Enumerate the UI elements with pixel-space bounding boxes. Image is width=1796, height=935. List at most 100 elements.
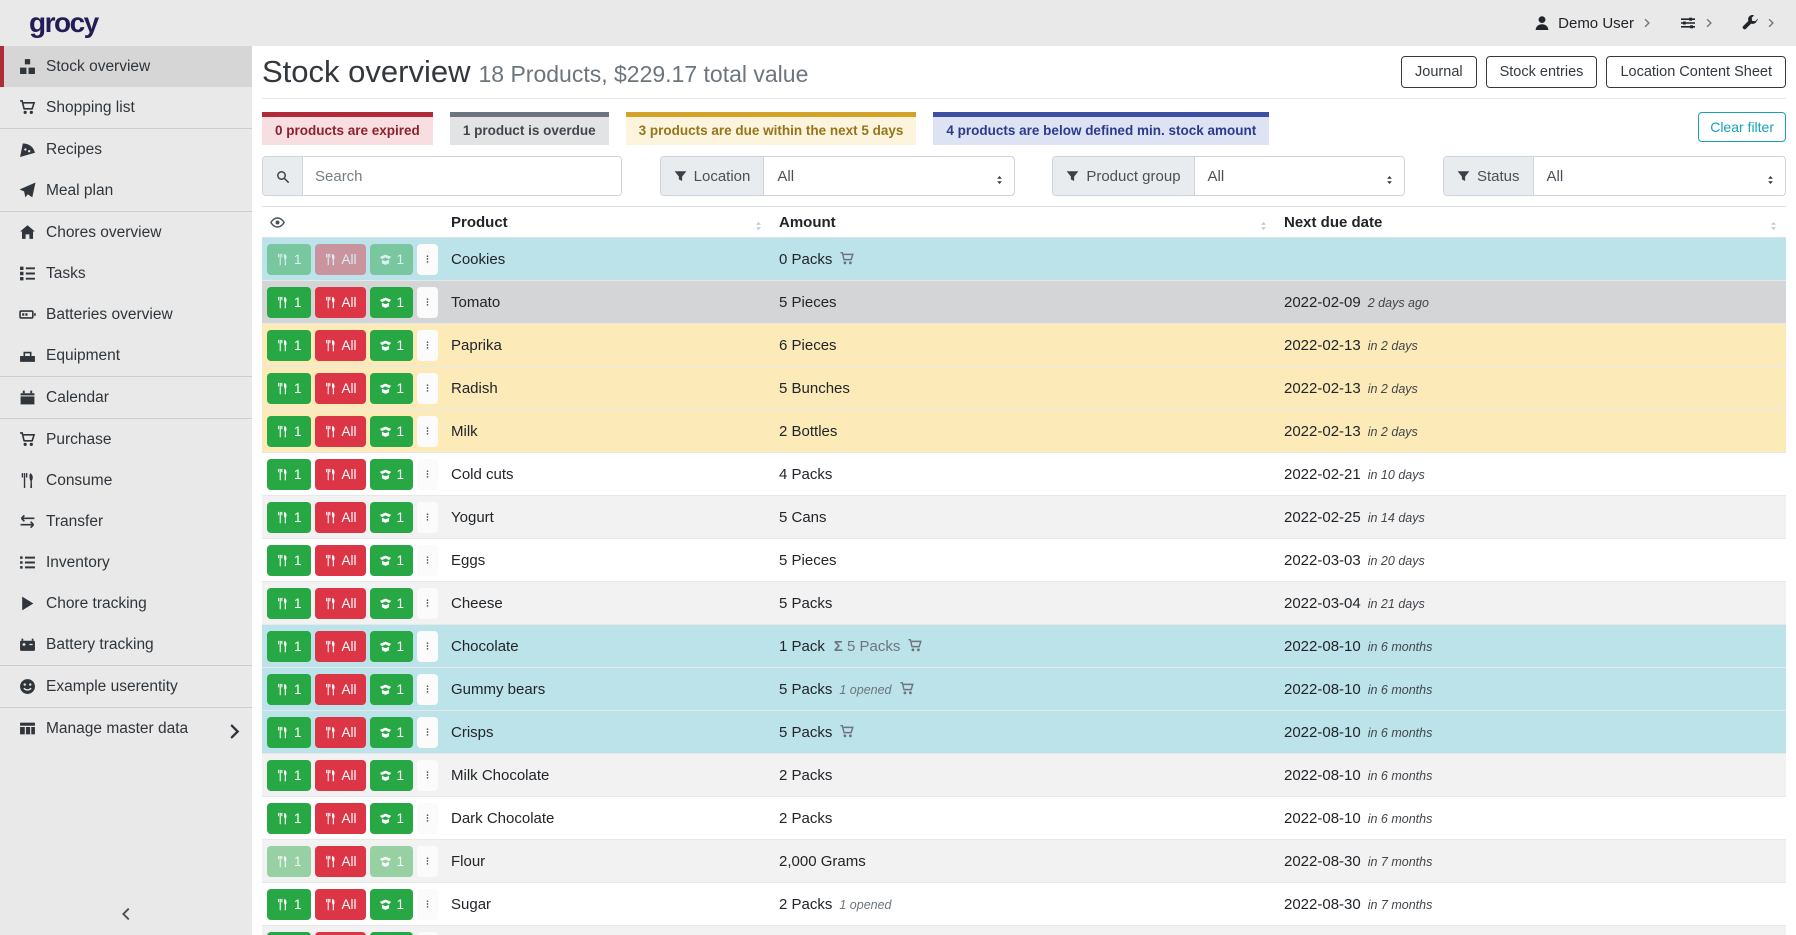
eye-icon[interactable]: [270, 215, 285, 230]
consume-all-button[interactable]: All: [315, 287, 366, 318]
summary-card-below-min[interactable]: 4 products are below defined min. stock …: [933, 112, 1269, 145]
sidebar-item-example-userentity[interactable]: Example userentity: [0, 666, 252, 707]
row-menu-button[interactable]: [417, 502, 438, 533]
sidebar-item-stock-overview[interactable]: Stock overview: [0, 46, 252, 87]
consume-all-button[interactable]: All: [315, 244, 366, 275]
summary-card-due-soon[interactable]: 3 products are due within the next 5 day…: [626, 112, 917, 145]
consume-one-button[interactable]: 1: [267, 459, 311, 490]
consume-one-button[interactable]: 1: [267, 330, 311, 361]
journal-button[interactable]: Journal: [1401, 56, 1477, 88]
row-menu-button[interactable]: [417, 803, 438, 834]
row-menu-button[interactable]: [417, 416, 438, 447]
summary-card-expired[interactable]: 0 products are expired: [262, 112, 433, 145]
sidebar-item-consume[interactable]: Consume: [0, 460, 252, 501]
consume-one-button[interactable]: 1: [267, 631, 311, 662]
open-one-button[interactable]: 1: [370, 373, 414, 404]
column-amount[interactable]: Amount: [771, 207, 1276, 238]
sidebar-item-shopping-list[interactable]: Shopping list: [0, 87, 252, 128]
consume-all-button[interactable]: All: [315, 803, 366, 834]
open-one-button[interactable]: 1: [370, 244, 414, 275]
column-product[interactable]: Product: [443, 207, 771, 238]
open-one-button[interactable]: 1: [370, 803, 414, 834]
user-menu[interactable]: Demo User: [1534, 15, 1652, 32]
row-menu-button[interactable]: [417, 846, 438, 877]
sidebar-item-batteries-overview[interactable]: Batteries overview: [0, 294, 252, 335]
row-menu-button[interactable]: [417, 717, 438, 748]
sidebar-item-tasks[interactable]: Tasks: [0, 253, 252, 294]
open-one-button[interactable]: 1: [370, 287, 414, 318]
stock-entries-button[interactable]: Stock entries: [1486, 56, 1598, 88]
consume-one-button[interactable]: 1: [267, 416, 311, 447]
consume-one-button[interactable]: 1: [267, 287, 311, 318]
summary-card-overdue[interactable]: 1 product is overdue: [450, 112, 609, 145]
row-menu-button[interactable]: [417, 631, 438, 662]
consume-one-button[interactable]: 1: [267, 502, 311, 533]
status-select[interactable]: All: [1534, 157, 1785, 195]
consume-all-button[interactable]: All: [315, 760, 366, 791]
settings-menu[interactable]: [1680, 15, 1714, 31]
open-one-button[interactable]: 1: [370, 846, 414, 877]
consume-one-button[interactable]: 1: [267, 674, 311, 705]
sidebar-item-transfer[interactable]: Transfer: [0, 501, 252, 542]
chevron-left-icon[interactable]: [119, 907, 133, 921]
sidebar-item-meal-plan[interactable]: Meal plan: [0, 170, 252, 211]
consume-all-button[interactable]: All: [315, 588, 366, 619]
open-one-button[interactable]: 1: [370, 330, 414, 361]
row-menu-button[interactable]: [417, 287, 438, 318]
sidebar-item-inventory[interactable]: Inventory: [0, 542, 252, 583]
consume-all-button[interactable]: All: [315, 330, 366, 361]
consume-all-button[interactable]: All: [315, 459, 366, 490]
open-one-button[interactable]: 1: [370, 545, 414, 576]
product-group-select[interactable]: All: [1195, 157, 1405, 195]
consume-one-button[interactable]: 1: [267, 244, 311, 275]
consume-all-button[interactable]: All: [315, 674, 366, 705]
open-one-button[interactable]: 1: [370, 502, 414, 533]
consume-one-button[interactable]: 1: [267, 588, 311, 619]
consume-one-button[interactable]: 1: [267, 760, 311, 791]
row-menu-button[interactable]: [417, 459, 438, 490]
row-menu-button[interactable]: [417, 330, 438, 361]
consume-all-button[interactable]: All: [315, 416, 366, 447]
clear-filter-button[interactable]: Clear filter: [1698, 112, 1786, 142]
column-next-due-date[interactable]: Next due date: [1276, 207, 1786, 238]
consume-all-button[interactable]: All: [315, 631, 366, 662]
consume-one-button[interactable]: 1: [267, 545, 311, 576]
open-one-button[interactable]: 1: [370, 459, 414, 490]
column-visibility-header[interactable]: [262, 207, 443, 238]
consume-one-button[interactable]: 1: [267, 889, 311, 920]
open-one-button[interactable]: 1: [370, 889, 414, 920]
consume-all-button[interactable]: All: [315, 846, 366, 877]
admin-menu[interactable]: [1742, 15, 1776, 31]
open-one-button[interactable]: 1: [370, 674, 414, 705]
row-menu-button[interactable]: [417, 244, 438, 275]
sidebar-collapse-button[interactable]: [0, 897, 252, 931]
consume-all-button[interactable]: All: [315, 717, 366, 748]
open-one-button[interactable]: 1: [370, 717, 414, 748]
open-one-button[interactable]: 1: [370, 416, 414, 447]
consume-all-button[interactable]: All: [315, 889, 366, 920]
consume-one-button[interactable]: 1: [267, 717, 311, 748]
sidebar-item-battery-tracking[interactable]: Battery tracking: [0, 624, 252, 665]
row-menu-button[interactable]: [417, 588, 438, 619]
consume-all-button[interactable]: All: [315, 502, 366, 533]
sidebar-item-calendar[interactable]: Calendar: [0, 377, 252, 418]
location-content-sheet-button[interactable]: Location Content Sheet: [1606, 56, 1786, 88]
sidebar-item-equipment[interactable]: Equipment: [0, 335, 252, 376]
consume-one-button[interactable]: 1: [267, 373, 311, 404]
row-menu-button[interactable]: [417, 674, 438, 705]
sidebar-item-manage-master-data[interactable]: Manage master data: [0, 708, 252, 749]
sidebar-item-recipes[interactable]: Recipes: [0, 129, 252, 170]
row-menu-button[interactable]: [417, 545, 438, 576]
open-one-button[interactable]: 1: [370, 588, 414, 619]
location-select[interactable]: All: [764, 157, 1013, 195]
sidebar-item-chores-overview[interactable]: Chores overview: [0, 212, 252, 253]
consume-one-button[interactable]: 1: [267, 803, 311, 834]
consume-all-button[interactable]: All: [315, 373, 366, 404]
consume-one-button[interactable]: 1: [267, 846, 311, 877]
consume-all-button[interactable]: All: [315, 545, 366, 576]
row-menu-button[interactable]: [417, 889, 438, 920]
app-logo[interactable]: grocy: [29, 7, 98, 39]
open-one-button[interactable]: 1: [370, 760, 414, 791]
open-one-button[interactable]: 1: [370, 631, 414, 662]
row-menu-button[interactable]: [417, 373, 438, 404]
